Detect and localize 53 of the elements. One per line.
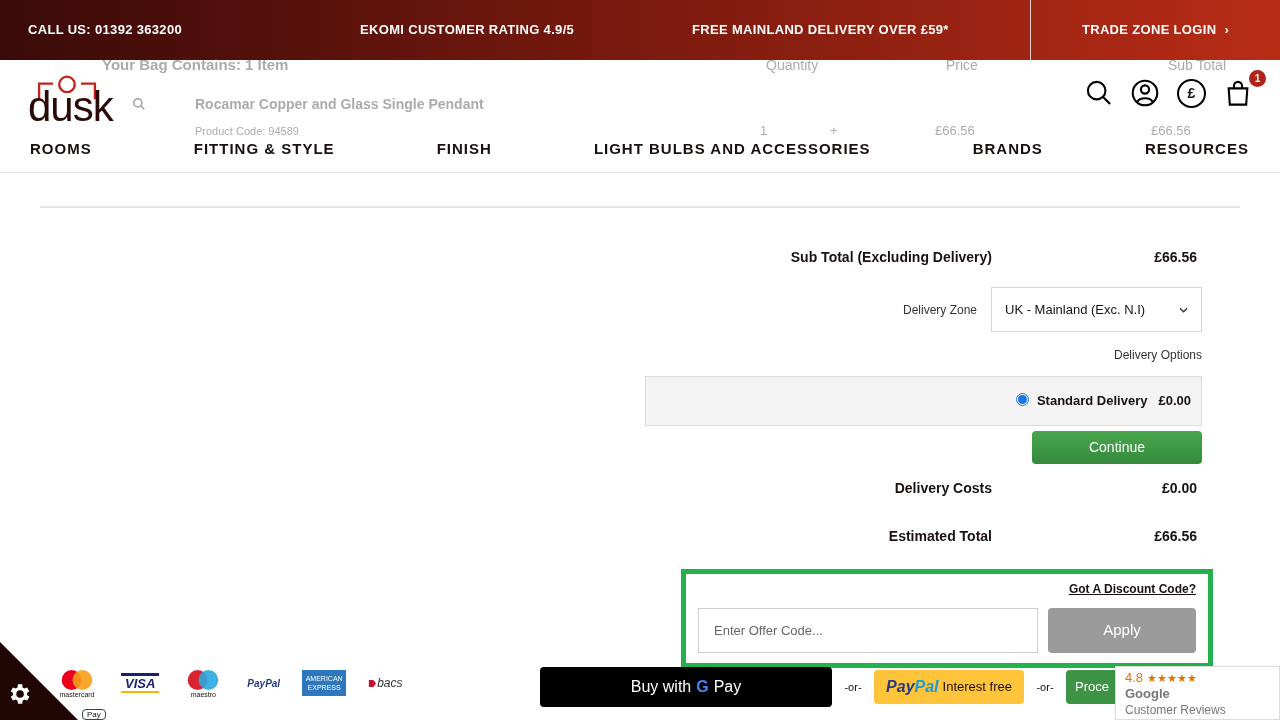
reviews-caption: Customer Reviews [1125, 702, 1227, 718]
delivery-zone-label: Delivery Zone [902, 301, 977, 319]
offer-code-field[interactable]: Enter Offer Code... [698, 608, 1038, 653]
nav-link[interactable]: FINISH [436, 138, 492, 161]
search-icon [1085, 79, 1113, 107]
product-name: Rocamar Copper and Glass Single Pendant [195, 94, 484, 114]
paypal-logo: PayPal [247, 676, 281, 691]
rating-value: 4.8 [1125, 670, 1144, 686]
delivery-costs-label: Delivery Costs [894, 478, 992, 498]
subtotal-amount: £66.56 [1153, 247, 1198, 267]
continue-button[interactable]: Continue [1032, 431, 1202, 464]
search-icon [132, 97, 146, 111]
delivery-option[interactable]: Standard Delivery £0.00 [645, 376, 1202, 426]
column-header: Quantity [766, 55, 820, 75]
account-icon [1131, 79, 1159, 107]
cart-count-badge: 1 [1249, 70, 1266, 87]
or-separator: -or- [1035, 679, 1055, 695]
google-reviews-badge[interactable]: 4.8 ★★★★★ Google Customer Reviews [1115, 666, 1280, 720]
subtotal-value: £66.56 [1151, 122, 1191, 141]
delivery-zone-select[interactable]: UK - Mainland (Exc. N.I) [991, 287, 1202, 332]
proceed-button[interactable]: Proce [1066, 670, 1115, 704]
nav-link[interactable]: BRANDS [972, 138, 1043, 161]
or-separator: -or- [843, 679, 863, 695]
bag-title: Your Bag Contains: 1 Item [102, 54, 290, 75]
paypal-button[interactable]: PayPal Interest free [874, 670, 1024, 704]
column-header: Price [946, 55, 979, 75]
google-label: Google [1125, 686, 1171, 702]
top-bar-text: CALL US: 01392 363200 [28, 21, 183, 40]
top-bar-text: FREE MAINLAND DELIVERY OVER £59* [692, 21, 950, 40]
apple-pay-logo: Pay [82, 709, 106, 720]
rating-stars: ★★★★★ [1147, 671, 1198, 686]
subtotal-label: Sub Total (Excluding Delivery) [790, 247, 992, 267]
estimated-total-amount: £66.56 [1153, 526, 1198, 546]
quantity-value: 1 [760, 122, 769, 141]
option-label: Standard Delivery [1036, 392, 1148, 411]
delivery-options-label: Delivery Options [1112, 347, 1202, 364]
nav-link[interactable]: RESOURCES [1144, 138, 1249, 161]
top-bar-text: EKOMI CUSTOMER RATING 4.9/5 [360, 21, 576, 40]
google-pay-button[interactable]: Buy with G Pay [540, 667, 832, 707]
estimated-total-label: Estimated Total [888, 526, 992, 546]
option-price: £0.00 [1158, 392, 1191, 411]
currency-button[interactable]: £ [1177, 78, 1206, 108]
discount-code-link[interactable]: Got A Discount Code? [1068, 580, 1196, 598]
nav-link[interactable]: FITTING & STYLE [193, 138, 335, 161]
product-code: Product Code: 94589 [195, 123, 300, 139]
bacs-logo: bacs [368, 674, 403, 692]
nav-link[interactable]: ROOMS [30, 138, 92, 161]
chevron-down-icon [1179, 306, 1188, 313]
price-value: £66.56 [935, 122, 976, 141]
delivery-costs-amount: £0.00 [1160, 478, 1198, 498]
visa-logo: VISA [121, 673, 160, 693]
trade-zone-login-link[interactable]: TRADE ZONE LOGIN › [1030, 0, 1280, 60]
nav-link[interactable]: LIGHT BULBS AND ACCESSORIES [593, 138, 871, 161]
